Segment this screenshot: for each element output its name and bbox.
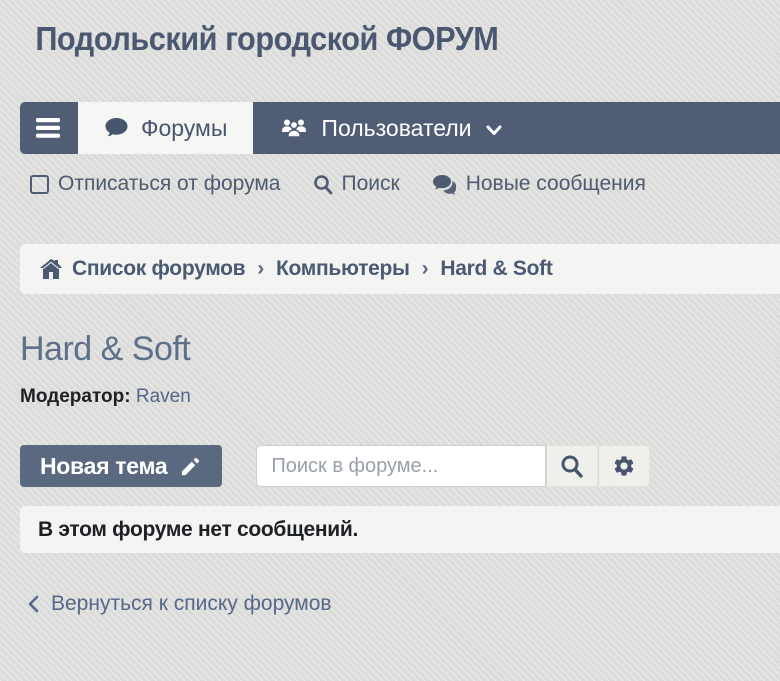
comment-icon bbox=[104, 117, 129, 139]
forum-search-button[interactable] bbox=[546, 445, 598, 487]
forum-search-group bbox=[256, 445, 650, 487]
tab-users[interactable]: Пользователи bbox=[253, 102, 527, 154]
breadcrumb-item-current: Hard & Soft bbox=[440, 257, 552, 281]
home-icon[interactable] bbox=[40, 259, 62, 280]
breadcrumb-separator: › bbox=[420, 257, 431, 281]
unsubscribe-label: Отписаться от форума bbox=[58, 172, 281, 196]
menu-button[interactable] bbox=[20, 102, 76, 154]
forum-search-input[interactable] bbox=[256, 445, 546, 487]
new-topic-label: Новая тема bbox=[40, 453, 167, 480]
back-to-forum-list-label: Вернуться к списку форумов bbox=[51, 592, 332, 616]
main-navbar: Форумы Пользователи bbox=[20, 102, 780, 154]
tab-forums[interactable]: Форумы bbox=[78, 102, 253, 154]
unsubscribe-control[interactable]: Отписаться от форума bbox=[30, 172, 281, 196]
breadcrumb-separator: › bbox=[255, 257, 266, 281]
new-messages-label: Новые сообщения bbox=[466, 172, 646, 196]
new-topic-button[interactable]: Новая тема bbox=[20, 445, 222, 487]
search-icon bbox=[560, 454, 584, 479]
users-icon bbox=[279, 116, 309, 140]
chevron-down-icon bbox=[486, 124, 502, 136]
moderator-line: Модератор: Raven bbox=[20, 386, 780, 408]
search-icon bbox=[313, 174, 333, 195]
page-title: Hard & Soft bbox=[20, 330, 780, 369]
unsubscribe-checkbox[interactable] bbox=[30, 175, 49, 194]
subnav-search[interactable]: Поиск bbox=[313, 172, 400, 196]
pencil-icon bbox=[179, 455, 202, 478]
empty-forum-notice: В этом форуме нет сообщений. bbox=[20, 506, 780, 553]
empty-forum-notice-text: В этом форуме нет сообщений. bbox=[38, 518, 358, 542]
back-to-forum-list-link[interactable]: Вернуться к списку форумов bbox=[28, 592, 332, 616]
subnav: Отписаться от форума Поиск Новые сообщен… bbox=[30, 172, 780, 196]
gear-icon bbox=[612, 454, 636, 478]
tab-forums-label: Форумы bbox=[141, 115, 227, 142]
actions-row: Новая тема bbox=[20, 445, 780, 487]
menu-icon bbox=[35, 117, 61, 139]
breadcrumb: Список форумов › Компьютеры › Hard & Sof… bbox=[20, 244, 780, 294]
breadcrumb-item-computers[interactable]: Компьютеры bbox=[276, 257, 410, 281]
subnav-new-messages[interactable]: Новые сообщения bbox=[432, 172, 646, 196]
moderator-label: Модератор: bbox=[20, 386, 131, 407]
search-settings-button[interactable] bbox=[598, 445, 650, 487]
tab-users-label: Пользователи bbox=[321, 115, 471, 142]
breadcrumb-item-forum-list[interactable]: Список форумов bbox=[72, 257, 245, 281]
moderator-name-link[interactable]: Raven bbox=[136, 386, 191, 407]
angle-left-icon bbox=[28, 595, 39, 613]
subnav-search-label: Поиск bbox=[342, 172, 400, 196]
messages-icon bbox=[432, 174, 457, 195]
site-title: Подольский городской ФОРУМ bbox=[0, 0, 725, 58]
